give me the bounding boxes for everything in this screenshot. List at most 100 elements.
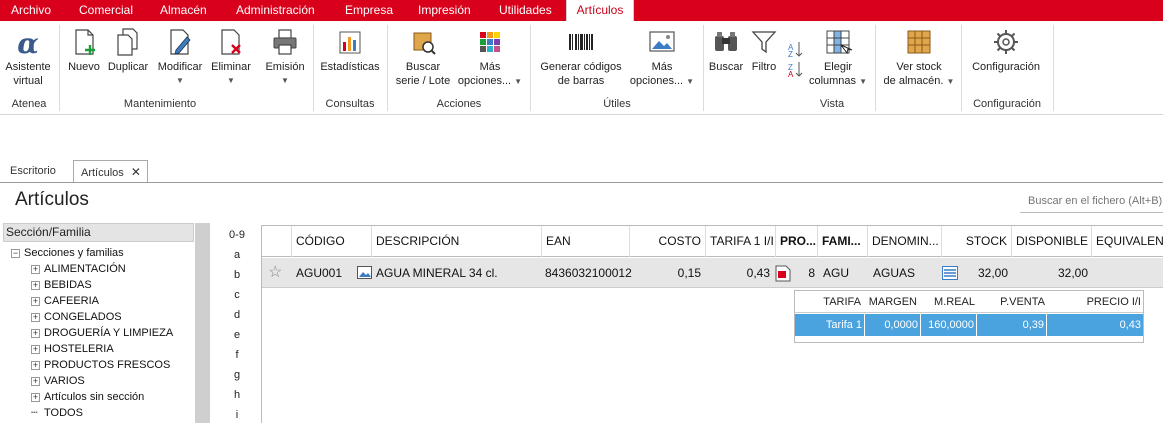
header-costo[interactable]: COSTO <box>629 226 705 257</box>
tree-item-productos-frescos[interactable]: + PRODUCTOS FRESCOS <box>31 357 170 373</box>
header-familia[interactable]: FAMI... <box>817 226 867 257</box>
emision-label: Emisión <box>265 61 305 73</box>
edit-document-icon <box>170 29 191 55</box>
subgrid-header-precio[interactable]: PRECIO I/I <box>1047 291 1143 313</box>
alpha-index-0-9[interactable]: 0-9 <box>222 229 252 241</box>
tree-item-todos[interactable]: ┄ TODOS <box>31 405 83 421</box>
table-row[interactable]: ☆ AGU001 AGUA MINERAL 34 cl. 84360321000… <box>262 258 1163 288</box>
tab-articulos-label: Artículos <box>81 167 124 179</box>
expand-icon[interactable]: + <box>31 392 40 402</box>
search-input[interactable] <box>1020 189 1163 213</box>
collapse-icon[interactable]: − <box>11 248 20 258</box>
header-ean[interactable]: EAN <box>541 226 629 257</box>
cell-descripcion: AGUA MINERAL 34 cl. <box>376 266 498 280</box>
tree-scrollbar[interactable] <box>195 223 210 423</box>
star-icon[interactable]: ☆ <box>268 258 288 288</box>
modificar-button[interactable]: Modificar ▼ <box>153 27 207 88</box>
filtro-label: Filtro <box>751 61 777 73</box>
tree-item-hosteleria[interactable]: + HOSTELERIA <box>31 341 114 357</box>
elegir-label-1: Elegir <box>823 61 853 73</box>
image-icon[interactable] <box>357 266 372 279</box>
menu-utilidades[interactable]: Utilidades <box>499 0 552 21</box>
expand-icon[interactable]: + <box>31 344 40 354</box>
tree-header: Sección/Familia <box>3 223 194 242</box>
alpha-index-a[interactable]: a <box>222 249 252 261</box>
cell-denominacion: AGUAS <box>873 266 916 280</box>
eliminar-button[interactable]: Eliminar ▼ <box>208 27 254 88</box>
asistente-virtual-button[interactable]: α Asistente virtual <box>2 27 54 88</box>
buscar-serie-lote-button[interactable]: Buscar serie / Lote <box>392 27 454 88</box>
menu-almacen[interactable]: Almacén <box>160 0 207 21</box>
buscar-button[interactable]: Buscar <box>707 27 745 74</box>
expand-icon[interactable]: + <box>31 360 40 370</box>
tree-item-label: PRODUCTOS FRESCOS <box>44 359 171 371</box>
mas-opciones-acciones-button[interactable]: Más opciones... ▼ <box>456 27 524 89</box>
subgrid-header-tarifa[interactable]: TARIFA <box>795 291 865 313</box>
header-pro[interactable]: PRO... <box>775 226 817 257</box>
header-disponible[interactable]: DISPONIBLE <box>1011 226 1091 257</box>
filtro-button[interactable]: Filtro <box>747 27 781 74</box>
alpha-index-f[interactable]: f <box>222 349 252 361</box>
mas-opciones-2-label-2: opciones... <box>629 75 684 87</box>
menu-archivo[interactable]: Archivo <box>11 0 51 21</box>
duplicar-button[interactable]: Duplicar <box>105 27 151 74</box>
tree-item-varios[interactable]: + VARIOS <box>31 373 85 389</box>
subgrid-row[interactable]: Tarifa 1 0,0000 160,0000 0,39 0,43 <box>795 314 1143 336</box>
tree-item-drogueria[interactable]: + DROGUERÍA Y LIMPIEZA <box>31 325 173 341</box>
nuevo-button[interactable]: Nuevo <box>64 27 104 74</box>
tree-line-spacer: ┄ <box>31 407 38 419</box>
group-vista: Vista <box>819 98 845 110</box>
menu-impresion[interactable]: Impresión <box>418 0 471 21</box>
header-codigo[interactable]: CÓDIGO <box>291 226 371 257</box>
expand-icon[interactable]: + <box>31 296 40 306</box>
expand-icon[interactable]: + <box>31 264 40 274</box>
subgrid-cell-pventa: 0,39 <box>977 314 1047 336</box>
subgrid-header-margen[interactable]: MARGEN <box>865 291 921 313</box>
subgrid-header-pventa[interactable]: P.VENTA <box>977 291 1047 313</box>
generar-codigos-barras-button[interactable]: Generar códigos de barras <box>535 27 627 88</box>
configuracion-button[interactable]: Configuración <box>966 27 1046 74</box>
tree-item-congelados[interactable]: + CONGELADOS <box>31 309 122 325</box>
expand-icon[interactable]: + <box>31 328 40 338</box>
close-tab-icon[interactable]: ✕ <box>131 165 141 179</box>
alpha-index-e[interactable]: e <box>222 329 252 341</box>
subgrid-header-mreal[interactable]: M.REAL <box>921 291 977 313</box>
tab-articulos[interactable]: Artículos ✕ <box>73 160 148 183</box>
cell-pro: 8 <box>808 266 815 280</box>
sort-az-icon[interactable]: A Z Z A <box>786 38 806 78</box>
estadisticas-button[interactable]: Estadísticas <box>318 27 382 74</box>
tree-item-label: CONGELADOS <box>44 311 122 323</box>
expand-icon[interactable]: + <box>31 312 40 322</box>
buscar-serie-label-2: serie / Lote <box>395 75 451 87</box>
header-tarifa[interactable]: TARIFA 1 I/I <box>705 226 775 257</box>
ver-stock-almacen-button[interactable]: Ver stock de almacén. ▼ <box>880 27 958 89</box>
menu-comercial[interactable]: Comercial <box>79 0 133 21</box>
menu-articulos[interactable]: Artículos <box>566 0 634 21</box>
expand-icon[interactable]: + <box>31 376 40 386</box>
emision-button[interactable]: Emisión ▼ <box>262 27 308 88</box>
header-stock[interactable]: STOCK <box>941 226 1011 257</box>
alpha-index-c[interactable]: c <box>222 289 252 301</box>
tree-item-alimentacion[interactable]: + ALIMENTACIÓN <box>31 261 126 277</box>
header-descripcion[interactable]: DESCRIPCIÓN <box>371 226 541 257</box>
alpha-index-h[interactable]: h <box>222 389 252 401</box>
header-denominacion[interactable]: DENOMIN... <box>867 226 941 257</box>
alpha-index-i[interactable]: i <box>222 409 252 421</box>
tree-item-sin-seccion[interactable]: + Artículos sin sección <box>31 389 144 405</box>
alpha-index-d[interactable]: d <box>222 309 252 321</box>
tree-root[interactable]: − Secciones y familias <box>11 245 124 261</box>
menu-administracion[interactable]: Administración <box>236 0 315 21</box>
tab-escritorio[interactable]: Escritorio <box>10 160 70 183</box>
elegir-columnas-button[interactable]: Elegir columnas ▼ <box>807 27 869 89</box>
duplicar-label: Duplicar <box>107 61 149 73</box>
header-equivalencia[interactable]: EQUIVALEN... <box>1091 226 1163 257</box>
group-acciones: Acciones <box>436 98 482 110</box>
alpha-index-b[interactable]: b <box>222 269 252 281</box>
promotion-document-icon[interactable] <box>775 265 791 282</box>
mas-opciones-utiles-button[interactable]: Más opciones... ▼ <box>628 27 696 89</box>
tree-item-cafeeria[interactable]: + CAFEERIA <box>31 293 99 309</box>
tree-item-bebidas[interactable]: + BEBIDAS <box>31 277 92 293</box>
expand-icon[interactable]: + <box>31 280 40 290</box>
menu-empresa[interactable]: Empresa <box>345 0 393 21</box>
alpha-index-g[interactable]: g <box>222 369 252 381</box>
